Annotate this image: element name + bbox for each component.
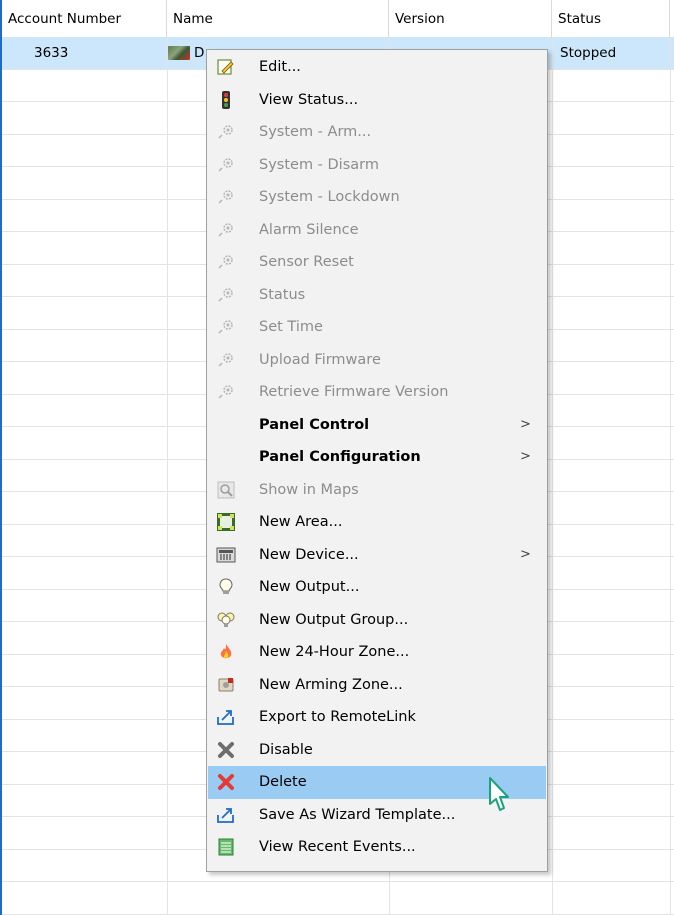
context-menu: Edit... View Status... System - Arm... Syst… xyxy=(206,49,548,872)
gear-command-icon xyxy=(216,220,236,240)
menu-item-label: Delete xyxy=(259,774,307,790)
gear-command-icon xyxy=(216,155,236,175)
panel-icon xyxy=(168,46,190,60)
menu-item-show-in-maps: Show in Maps xyxy=(208,474,546,507)
menu-item-label: Retrieve Firmware Version xyxy=(259,384,449,400)
menu-item-label: System - Lockdown xyxy=(259,189,400,205)
event-list-icon xyxy=(216,837,236,857)
mouse-cursor-icon xyxy=(489,777,509,811)
menu-item-label: Disable xyxy=(259,741,313,758)
menu-item-label: New 24-Hour Zone... xyxy=(259,644,410,660)
menu-item-label: Edit... xyxy=(259,59,301,75)
menu-item-label: Sensor Reset xyxy=(259,254,354,270)
menu-item-label: Panel Control xyxy=(259,416,370,433)
menu-item-label: Show in Maps xyxy=(259,481,359,498)
gear-command-icon xyxy=(216,317,236,337)
menu-item-label: Panel Configuration xyxy=(259,449,421,465)
gear-command-icon xyxy=(216,350,236,370)
menu-item-label: Upload Firmware xyxy=(259,351,381,368)
column-header-account-number[interactable]: Account Number xyxy=(2,0,167,37)
arming-zone-icon xyxy=(216,675,236,695)
gear-command-icon xyxy=(216,187,236,207)
menu-item-panel-control[interactable]: Panel Control > xyxy=(208,409,546,442)
column-header-name[interactable]: Name xyxy=(167,0,389,37)
menu-item-status: Status xyxy=(208,279,546,312)
menu-item-new-output-group[interactable]: New Output Group... xyxy=(208,604,546,637)
export-icon xyxy=(216,707,236,727)
gear-command-icon xyxy=(216,122,236,142)
menu-item-label: Status xyxy=(259,286,306,303)
menu-item-export-to-remotelink[interactable]: Export to RemoteLink xyxy=(208,701,546,734)
menu-item-label: New Output Group... xyxy=(259,611,409,628)
menu-item-new-arming-zone[interactable]: New Arming Zone... xyxy=(208,669,546,702)
column-header-version[interactable]: Version xyxy=(389,0,552,37)
menu-item-system-lockdown: System - Lockdown xyxy=(208,181,546,214)
area-icon xyxy=(216,512,236,532)
column-header-status[interactable]: Status xyxy=(552,0,670,37)
gear-command-icon xyxy=(216,382,236,402)
column-divider xyxy=(552,37,553,915)
menu-item-label: New Device... xyxy=(259,546,359,563)
menu-item-system-arm: System - Arm... xyxy=(208,116,546,149)
menu-item-label: System - Arm... xyxy=(259,124,372,140)
disable-x-icon xyxy=(216,740,236,760)
name-cell: D xyxy=(194,45,205,61)
menu-item-label: Alarm Silence xyxy=(259,221,359,238)
menu-item-label: Save As Wizard Template... xyxy=(259,806,456,823)
menu-item-set-time: Set Time xyxy=(208,311,546,344)
empty-table-row[interactable] xyxy=(2,882,674,915)
column-divider xyxy=(167,37,168,915)
menu-item-disable[interactable]: Disable xyxy=(208,734,546,767)
submenu-arrow-icon: > xyxy=(520,546,531,562)
gear-command-icon xyxy=(216,252,236,272)
gear-command-icon xyxy=(216,285,236,305)
menu-item-panel-configuration[interactable]: Panel Configuration > xyxy=(208,441,546,474)
delete-x-icon xyxy=(216,772,236,792)
menu-item-label: Export to RemoteLink xyxy=(259,709,416,725)
menu-item-label: Set Time xyxy=(259,319,323,335)
menu-item-sensor-reset: Sensor Reset xyxy=(208,246,546,279)
menu-item-upload-firmware: Upload Firmware xyxy=(208,344,546,377)
account-number-cell: 3633 xyxy=(34,45,69,61)
traffic-light-icon xyxy=(216,90,236,110)
menu-item-label: New Area... xyxy=(259,514,343,530)
menu-item-label: New Output... xyxy=(259,579,360,595)
map-search-icon xyxy=(216,480,236,500)
menu-item-new-device[interactable]: New Device... > xyxy=(208,539,546,572)
column-divider xyxy=(670,37,671,915)
device-icon xyxy=(216,545,236,565)
menu-item-view-status[interactable]: View Status... xyxy=(208,84,546,117)
menu-item-label: View Status... xyxy=(259,91,359,108)
grid-header: Account Number Name Version Status xyxy=(2,0,674,38)
menu-item-view-recent-events[interactable]: View Recent Events... xyxy=(208,831,546,864)
menu-item-new-area[interactable]: New Area... xyxy=(208,506,546,539)
submenu-arrow-icon: > xyxy=(520,449,531,464)
status-cell: Stopped xyxy=(560,45,617,61)
menu-item-alarm-silence: Alarm Silence xyxy=(208,214,546,247)
export-icon xyxy=(216,805,236,825)
edit-icon xyxy=(216,57,236,77)
menu-item-edit[interactable]: Edit... xyxy=(208,51,546,84)
menu-item-new-output[interactable]: New Output... xyxy=(208,571,546,604)
menu-item-label: New Arming Zone... xyxy=(259,676,403,693)
submenu-arrow-icon: > xyxy=(520,416,531,432)
lightbulb-group-icon xyxy=(216,610,236,630)
menu-item-retrieve-firmware-version: Retrieve Firmware Version xyxy=(208,376,546,409)
lightbulb-icon xyxy=(216,577,236,597)
menu-item-label: View Recent Events... xyxy=(259,839,416,855)
menu-item-label: System - Disarm xyxy=(259,156,379,173)
menu-item-new-24-hour-zone[interactable]: New 24-Hour Zone... xyxy=(208,636,546,669)
flame-icon xyxy=(216,642,236,662)
menu-item-system-disarm: System - Disarm xyxy=(208,149,546,182)
